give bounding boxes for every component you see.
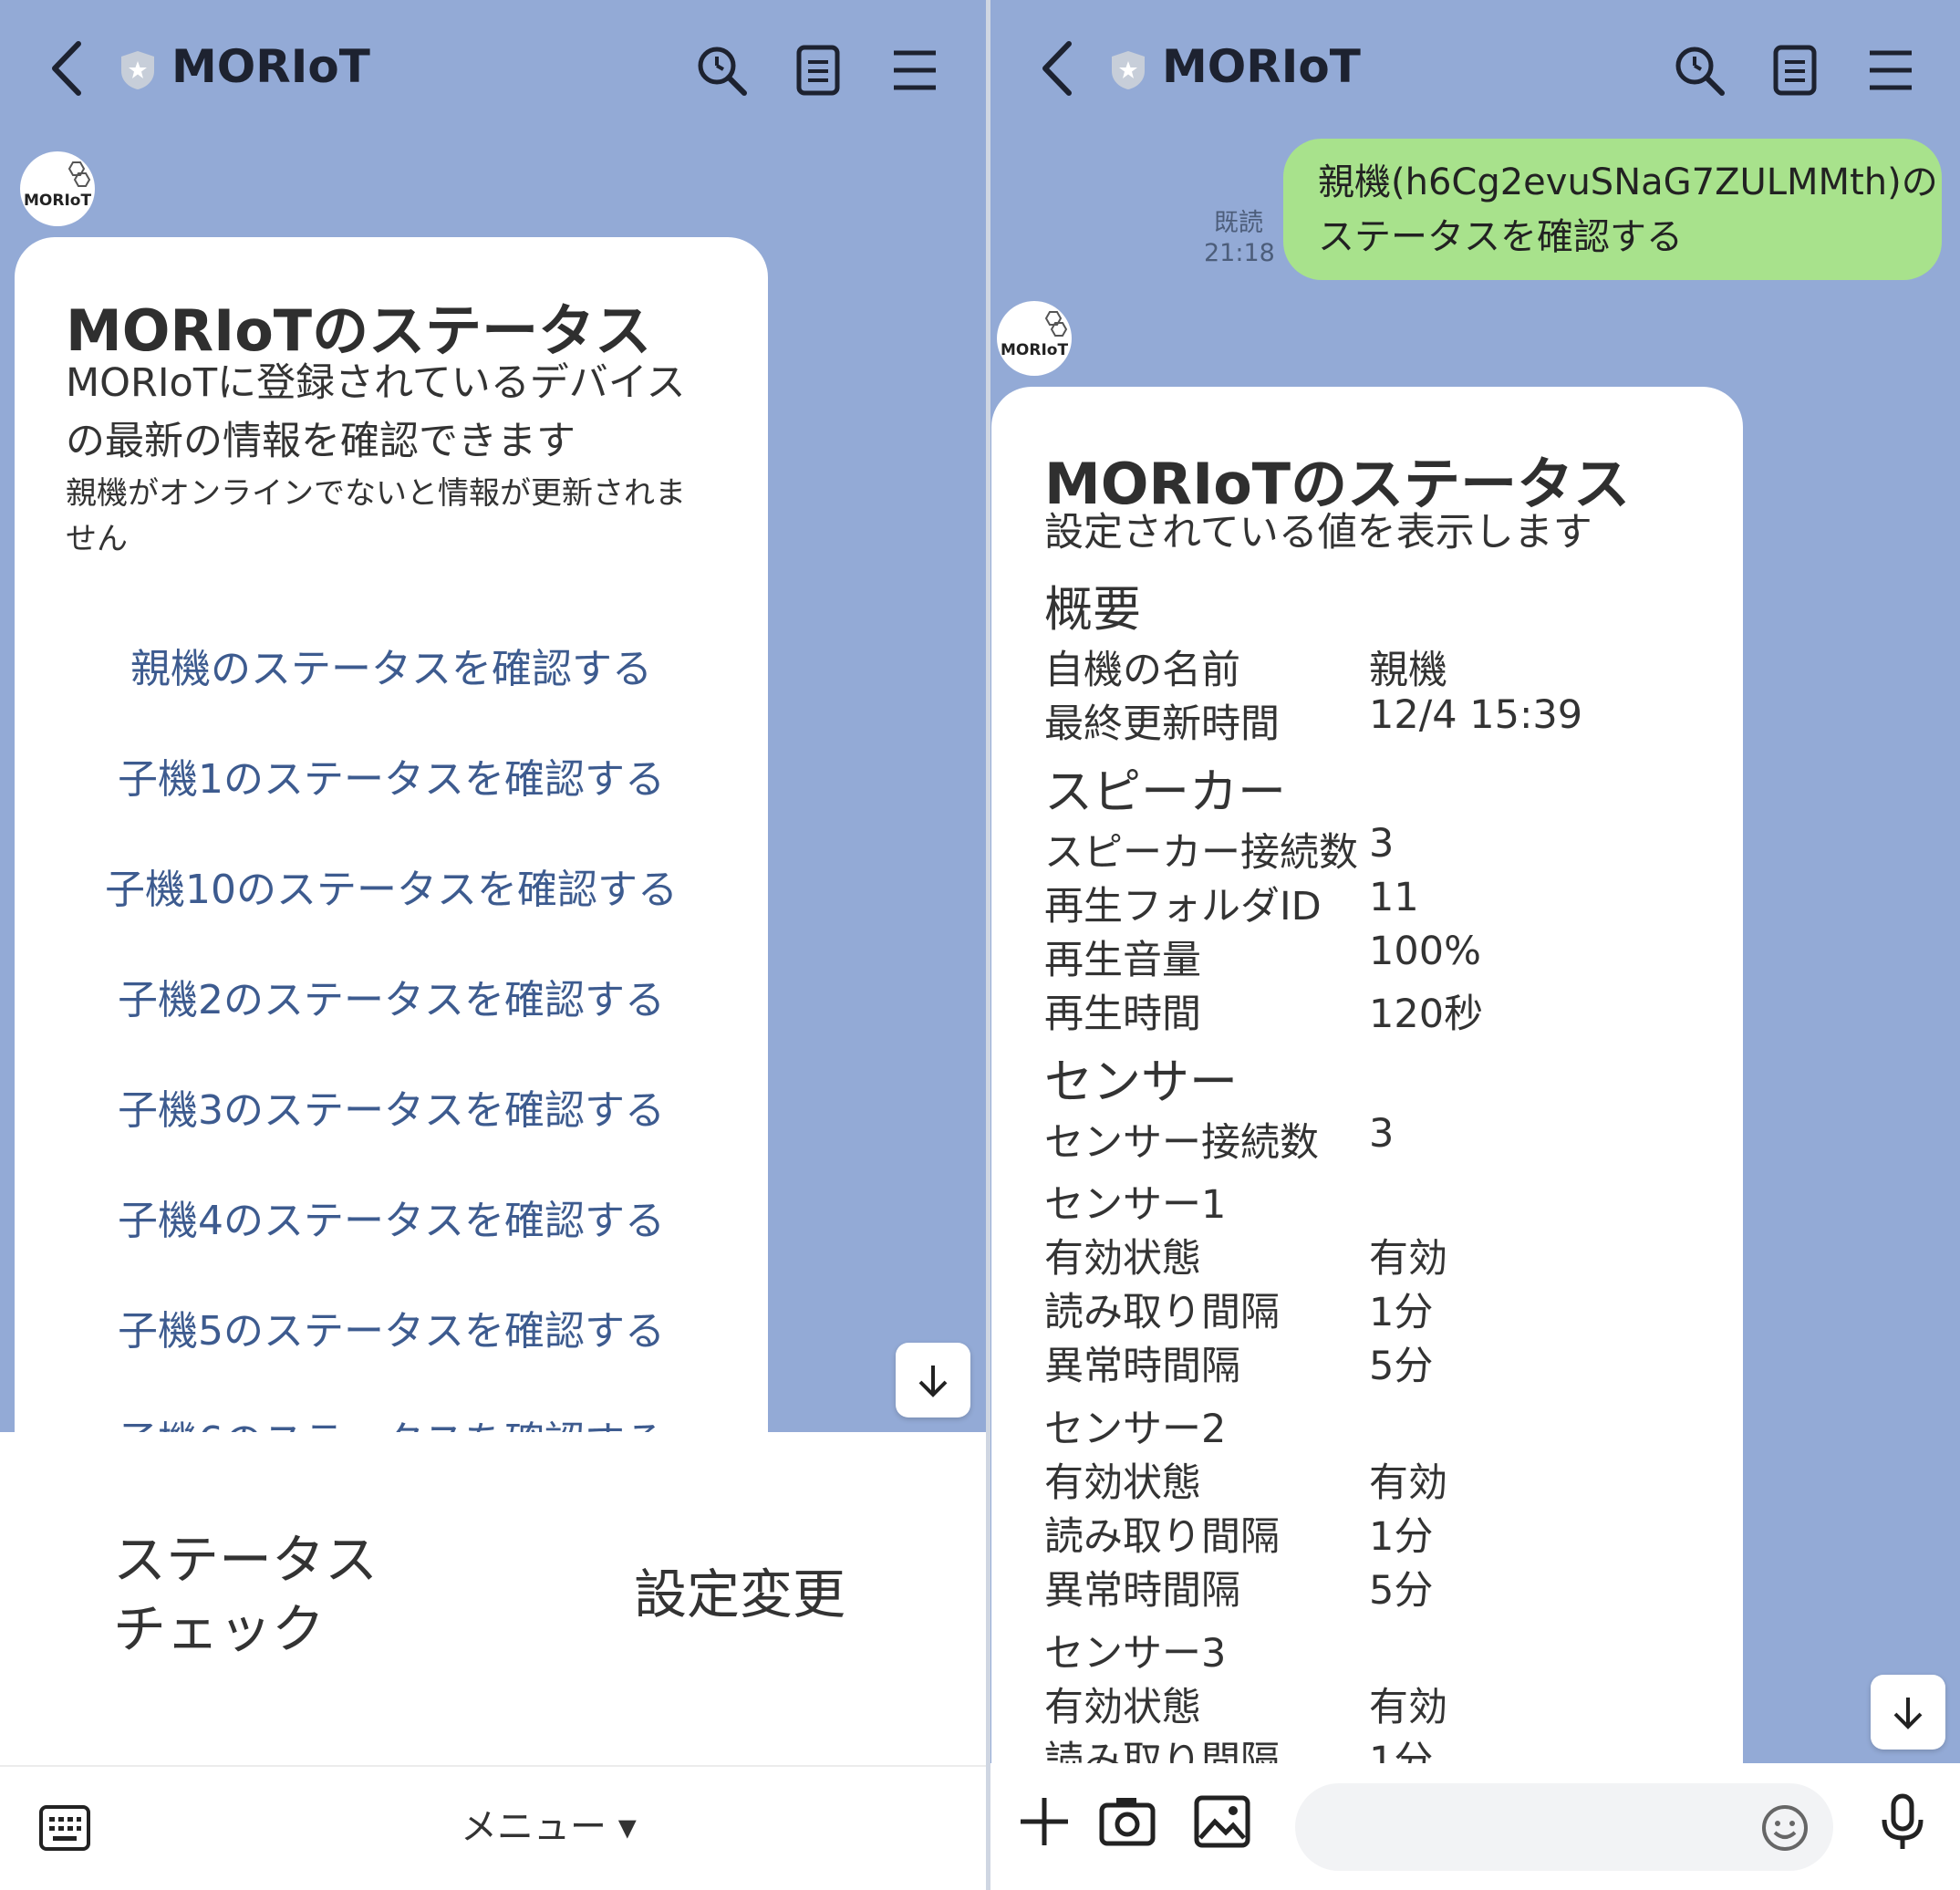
child5-status-button[interactable]: 子機5のステータスを確認する	[15, 1298, 768, 1356]
status-row: 異常時間隔 5分	[1044, 1568, 1434, 1614]
arrow-down-icon	[918, 1366, 948, 1397]
status-check-button[interactable]: ステータス チェック	[113, 1525, 378, 1664]
hamburger-menu-icon[interactable]	[888, 44, 941, 97]
status-row: 最終更新時間 12/4 15:39	[1044, 692, 1583, 747]
bot-avatar[interactable]: MORIoT	[20, 151, 95, 226]
notes-icon[interactable]	[1768, 44, 1821, 97]
image-icon[interactable]	[1193, 1792, 1251, 1851]
chevron-left-icon[interactable]	[40, 36, 95, 100]
child3-status-button[interactable]: 子機3のステータスを確認する	[15, 1077, 768, 1136]
hexagon-logo-icon	[67, 161, 91, 187]
status-row: 再生フォルダID 11	[1044, 875, 1419, 929]
scroll-down-button[interactable]	[896, 1343, 970, 1418]
arrow-down-icon	[1893, 1698, 1923, 1729]
child1-status-button[interactable]: 子機1のステータスを確認する	[15, 746, 768, 805]
message-time: 21:18	[1204, 239, 1275, 267]
search-icon[interactable]	[1673, 44, 1726, 97]
status-row: 再生時間 120秒	[1044, 992, 1484, 1037]
right-chat-screen: MORIoT 既読 21:18 親機(h6Cg2evuSNaG7ZULMMth)…	[990, 0, 1960, 1890]
overview-heading: 概要	[1044, 582, 1141, 638]
card-subtitle: MORIoTに登録されているデバイス の最新の情報を確認できます	[66, 360, 686, 464]
avatar-label: MORIoT	[24, 192, 92, 210]
parent-status-button[interactable]: 親機のステータスを確認する	[15, 636, 768, 694]
status-row: 自機の名前 親機	[1044, 648, 1447, 693]
shield-icon	[121, 51, 154, 89]
chat-header: MORIoT	[0, 0, 986, 144]
bot-avatar[interactable]: MORIoT	[997, 301, 1072, 376]
status-row: 異常時間隔 5分	[1044, 1344, 1434, 1389]
chat-header: MORIoT	[990, 0, 1960, 144]
left-chat-screen: MORIoT MORIoT MORIoTのステータス MORIoTに登録されてい…	[0, 0, 986, 1890]
card-note: 親機がオンラインでないと情報が更新されま せん	[66, 475, 686, 557]
sensor-subheading: センサー1	[1044, 1182, 1227, 1228]
child10-status-button[interactable]: 子機10のステータスを確認する	[15, 857, 768, 915]
chat-title: MORIoT	[171, 40, 370, 93]
status-row: センサー接続数 3	[1044, 1111, 1395, 1166]
card-subtitle: 設定されている値を表示します	[1044, 510, 1592, 556]
plus-icon[interactable]	[1015, 1792, 1073, 1851]
status-row: 読み取り間隔 1分	[1044, 1514, 1434, 1560]
user-message-text: 親機(h6Cg2evuSNaG7ZULMMth)の ステータスを確認する	[1318, 161, 1938, 258]
emoji-icon[interactable]	[1760, 1803, 1810, 1853]
status-row: 読み取り間隔 1分	[1044, 1290, 1434, 1335]
menu-toggle-button[interactable]: メニュー ▾	[461, 1797, 637, 1850]
status-menu-card: MORIoTのステータス MORIoTに登録されているデバイス の最新の情報を確…	[15, 237, 768, 1605]
sensor-subheading: センサー2	[1044, 1407, 1227, 1452]
message-input[interactable]	[1295, 1783, 1833, 1871]
status-row: 再生音量 100%	[1044, 929, 1481, 983]
shield-icon	[1112, 51, 1145, 89]
status-row: 有効状態 有効	[1044, 1236, 1447, 1282]
status-row: 有効状態 有効	[1044, 1685, 1447, 1730]
scroll-down-button[interactable]	[1871, 1675, 1945, 1750]
settings-change-button[interactable]: 設定変更	[634, 1560, 845, 1629]
hamburger-menu-icon[interactable]	[1864, 44, 1917, 97]
read-receipt: 既読	[1214, 209, 1263, 237]
hexagon-logo-icon	[1044, 311, 1068, 337]
status-row: スピーカー接続数 3	[1044, 821, 1395, 876]
notes-icon[interactable]	[792, 44, 845, 97]
message-input-bar	[990, 1763, 1960, 1890]
child4-status-button[interactable]: 子機4のステータスを確認する	[15, 1188, 768, 1246]
microphone-icon[interactable]	[1873, 1792, 1932, 1851]
camera-icon[interactable]	[1098, 1792, 1156, 1851]
divider	[0, 1765, 986, 1767]
child2-status-button[interactable]: 子機2のステータスを確認する	[15, 967, 768, 1025]
status-detail-card: MORIoTのステータス 設定されている値を表示します 概要 自機の名前 親機 最…	[991, 387, 1743, 1846]
status-row: 有効状態 有効	[1044, 1460, 1447, 1506]
search-icon[interactable]	[695, 44, 748, 97]
rich-menu: ステータス チェック 設定変更 メニュー ▾	[0, 1432, 986, 1890]
user-message-bubble[interactable]: 親機(h6Cg2evuSNaG7ZULMMth)の ステータスを確認する	[1283, 139, 1942, 280]
chat-title: MORIoT	[1162, 40, 1361, 93]
keyboard-icon[interactable]	[38, 1804, 91, 1852]
sensor-subheading: センサー3	[1044, 1631, 1227, 1677]
chevron-left-icon[interactable]	[1031, 36, 1085, 100]
speaker-heading: スピーカー	[1044, 764, 1286, 820]
sensor-heading: センサー	[1044, 1054, 1238, 1110]
avatar-label: MORIoT	[1001, 341, 1069, 359]
